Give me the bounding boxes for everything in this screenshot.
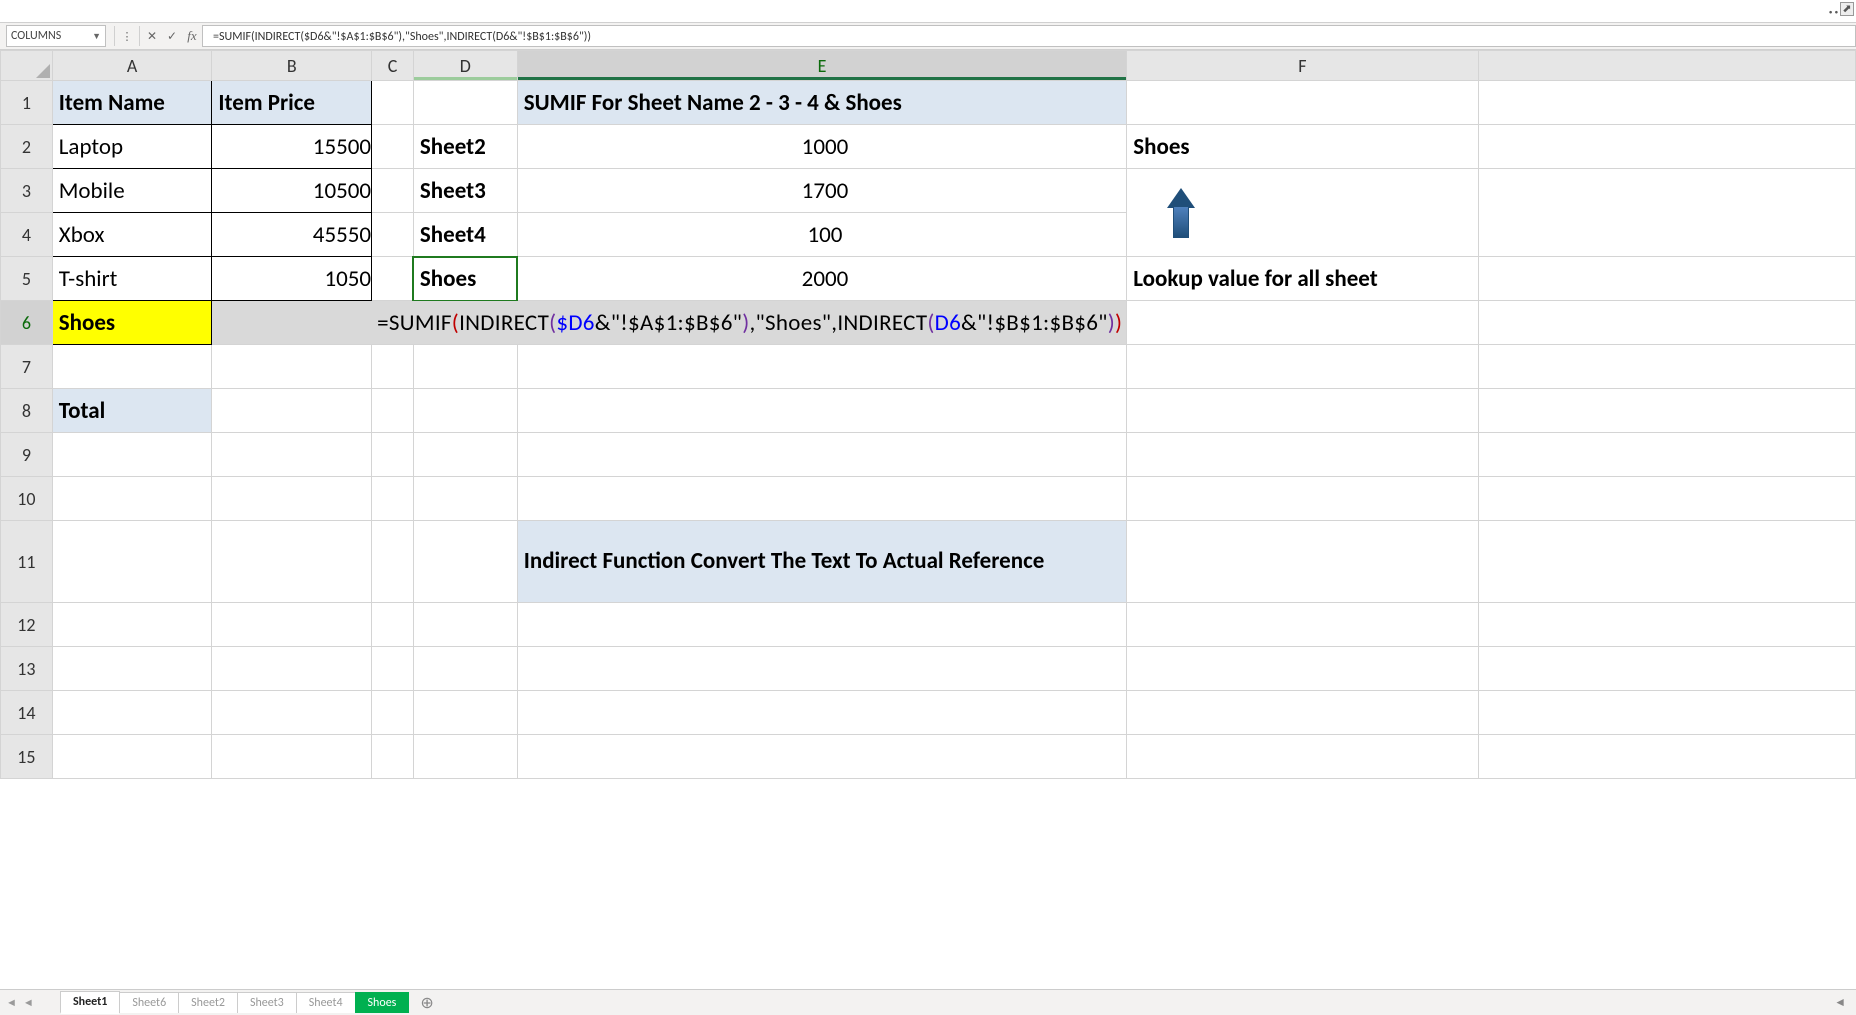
cell-D1[interactable]	[413, 81, 517, 125]
tab-sheet4[interactable]: Sheet4	[296, 992, 356, 1013]
cell-E5[interactable]: 2000	[517, 257, 1127, 301]
row-header[interactable]: 15	[1, 735, 53, 779]
row-header[interactable]: 11	[1, 521, 53, 603]
cell-E11[interactable]: Indirect Function Convert The Text To Ac…	[517, 521, 1127, 603]
col-header-E[interactable]: E	[517, 51, 1127, 81]
tab-sheet6[interactable]: Sheet6	[119, 992, 179, 1013]
cell-C1[interactable]	[372, 81, 414, 125]
cell-B1[interactable]: Item Price	[212, 81, 372, 125]
cell-F3[interactable]	[1127, 169, 1478, 257]
cancel-formula-button[interactable]: ✕	[142, 25, 162, 47]
name-box-value: COLUMNS	[11, 29, 61, 43]
cell-B2[interactable]: 15500	[212, 125, 372, 169]
cell-B4[interactable]: 45550	[212, 213, 372, 257]
row-header[interactable]: 4	[1, 213, 53, 257]
enter-formula-button[interactable]: ✓	[162, 25, 182, 47]
cell-B3[interactable]: 10500	[212, 169, 372, 213]
cell-D4[interactable]: Sheet4	[413, 213, 517, 257]
cell-A3[interactable]: Mobile	[52, 169, 212, 213]
cell-B6-E6-formula[interactable]: =SUMIF(INDIRECT($D6&"!$A$1:$B$6"),"Shoes…	[212, 301, 1127, 345]
cell-C4[interactable]	[372, 213, 414, 257]
grid[interactable]: A B C D E F 1 Item Name Item Price SUMIF…	[0, 50, 1856, 989]
tab-nav-first-icon[interactable]: ◄	[6, 996, 17, 1009]
cell-A1[interactable]: Item Name	[52, 81, 212, 125]
tab-sheet2[interactable]: Sheet2	[178, 992, 238, 1013]
fx-icon[interactable]: fx	[182, 25, 202, 47]
row-header[interactable]: 1	[1, 81, 53, 125]
row-header[interactable]: 7	[1, 345, 53, 389]
name-box[interactable]: COLUMNS ▼	[6, 25, 106, 47]
col-header-A[interactable]: A	[52, 51, 212, 81]
cell-F2[interactable]: Shoes	[1127, 125, 1478, 169]
scroll-left-indicator[interactable]: ◄	[1834, 995, 1856, 1010]
cell-F6[interactable]	[1127, 301, 1478, 345]
select-all-corner[interactable]	[1, 51, 53, 81]
tab-sheet1[interactable]: Sheet1	[60, 991, 120, 1014]
cell-E1[interactable]: SUMIF For Sheet Name 2 - 3 - 4 & Shoes	[517, 81, 1127, 125]
up-arrow-icon	[1167, 188, 1195, 238]
cell-C3[interactable]	[372, 169, 414, 213]
cell-D5[interactable]: Shoes	[413, 257, 517, 301]
row-header[interactable]: 5	[1, 257, 53, 301]
cell-D3[interactable]: Sheet3	[413, 169, 517, 213]
ribbon-collapse-icon[interactable]: ⬈	[1840, 2, 1854, 16]
cell-F1[interactable]	[1127, 81, 1478, 125]
title-bar: ··· ⬈	[0, 0, 1856, 22]
row-header[interactable]: 6	[1, 301, 53, 345]
row-header[interactable]: 12	[1, 603, 53, 647]
cell-A8[interactable]: Total	[52, 389, 212, 433]
row-header[interactable]: 8	[1, 389, 53, 433]
add-sheet-button[interactable]: ⊕	[408, 990, 445, 1015]
formula-input[interactable]: =SUMIF(INDIRECT($D6&"!$A$1:$B$6"),"Shoes…	[202, 25, 1856, 47]
cell-C2[interactable]	[372, 125, 414, 169]
row-header[interactable]: 10	[1, 477, 53, 521]
row-header[interactable]: 9	[1, 433, 53, 477]
dots-icon[interactable]: ⋮	[117, 25, 137, 47]
col-header-C[interactable]: C	[372, 51, 414, 81]
cell-B5[interactable]: 1050	[212, 257, 372, 301]
col-header-extra[interactable]	[1478, 51, 1855, 81]
cell-F5[interactable]: Lookup value for all sheet	[1127, 257, 1478, 301]
cell-E3[interactable]: 1700	[517, 169, 1127, 213]
cell-C5[interactable]	[372, 257, 414, 301]
tab-shoes[interactable]: Shoes	[355, 992, 410, 1013]
formula-bar: COLUMNS ▼ ⋮ ✕ ✓ fx =SUMIF(INDIRECT($D6&"…	[0, 22, 1856, 50]
cell-A2[interactable]: Laptop	[52, 125, 212, 169]
row-header[interactable]: 2	[1, 125, 53, 169]
col-header-D[interactable]: D	[413, 51, 517, 81]
tab-sheet3[interactable]: Sheet3	[237, 992, 297, 1013]
cell-D2[interactable]: Sheet2	[413, 125, 517, 169]
cell-E4[interactable]: 100	[517, 213, 1127, 257]
cell-A6[interactable]: Shoes	[52, 301, 212, 345]
cell-A4[interactable]: Xbox	[52, 213, 212, 257]
row-header[interactable]: 14	[1, 691, 53, 735]
sheet-tabs: ◄ ◄ Sheet1 Sheet6 Sheet2 Sheet3 Sheet4 S…	[0, 989, 1856, 1015]
col-header-B[interactable]: B	[212, 51, 372, 81]
chevron-down-icon[interactable]: ▼	[92, 31, 101, 42]
row-header[interactable]: 3	[1, 169, 53, 213]
cell-E2[interactable]: 1000	[517, 125, 1127, 169]
col-header-F[interactable]: F	[1127, 51, 1478, 81]
tab-nav-prev-icon[interactable]: ◄	[23, 996, 34, 1009]
cell-A5[interactable]: T-shirt	[52, 257, 212, 301]
row-header[interactable]: 13	[1, 647, 53, 691]
